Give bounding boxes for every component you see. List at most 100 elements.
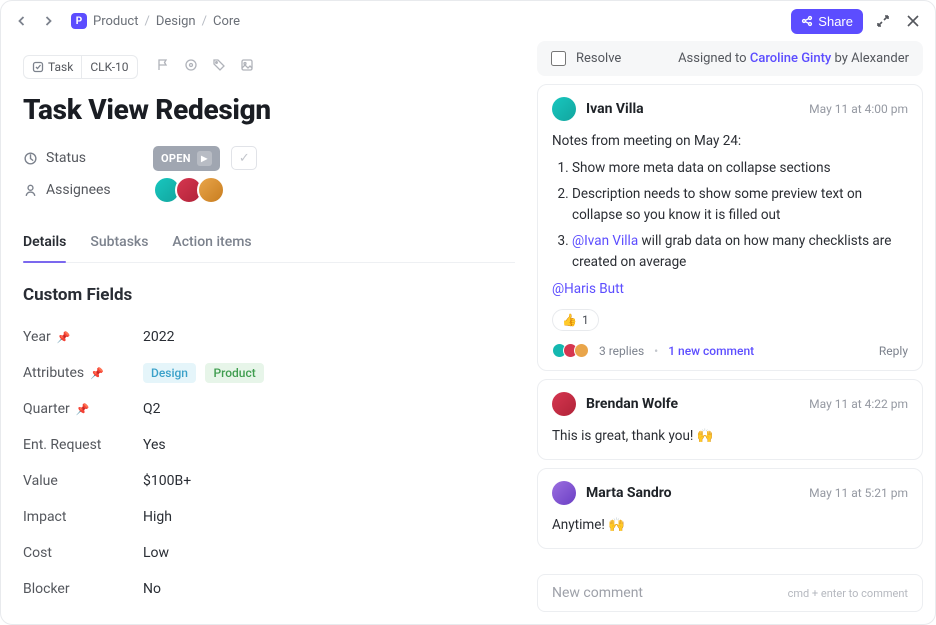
cf-label: Value bbox=[23, 473, 58, 489]
new-comment-input[interactable]: New comment cmd + enter to comment bbox=[537, 574, 923, 612]
task-title[interactable]: Task View Redesign bbox=[23, 93, 515, 126]
replies-count[interactable]: 3 replies bbox=[599, 344, 644, 358]
new-comment-placeholder: New comment bbox=[552, 585, 643, 601]
new-comment-hint: cmd + enter to comment bbox=[788, 587, 908, 600]
user-icon bbox=[23, 183, 38, 198]
cf-value[interactable]: 2022 bbox=[143, 329, 174, 345]
thumbs-up-icon: 👍 bbox=[562, 313, 577, 327]
nav-forward-icon[interactable] bbox=[39, 12, 57, 30]
list-item: @Ivan Villa will grab data on how many c… bbox=[572, 231, 908, 273]
cf-value[interactable]: No bbox=[143, 581, 161, 597]
assignee-avatars[interactable] bbox=[153, 176, 225, 204]
breadcrumb-item[interactable]: Design bbox=[156, 14, 196, 29]
comment-author[interactable]: Ivan Villa bbox=[586, 101, 644, 117]
cf-label: Quarter bbox=[23, 401, 70, 417]
status-chip-text: OPEN bbox=[161, 152, 191, 165]
cf-value[interactable]: $100B+ bbox=[143, 473, 191, 489]
comment-author[interactable]: Marta Sandro bbox=[586, 485, 672, 501]
cf-row: Value $100B+ bbox=[23, 463, 515, 499]
cf-value[interactable]: Design Product bbox=[143, 363, 270, 383]
share-button[interactable]: Share bbox=[791, 9, 863, 34]
cf-row: Year 📌 2022 bbox=[23, 319, 515, 355]
avatar bbox=[552, 392, 576, 416]
cf-row: Quarter 📌 Q2 bbox=[23, 391, 515, 427]
task-type-badge[interactable]: Task bbox=[24, 56, 81, 78]
reaction-count: 1 bbox=[582, 313, 589, 327]
breadcrumbs: P Product / Design / Core bbox=[71, 13, 240, 29]
mention[interactable]: @Ivan Villa bbox=[572, 233, 638, 249]
chip-product[interactable]: Product bbox=[205, 363, 263, 383]
comment-time: May 11 at 5:21 pm bbox=[809, 486, 908, 500]
task-id-badge[interactable]: CLK-10 bbox=[81, 56, 136, 78]
tab-action-items[interactable]: Action items bbox=[172, 224, 251, 262]
tag-icon[interactable] bbox=[212, 58, 226, 76]
close-icon[interactable] bbox=[903, 11, 923, 31]
cf-row: Attributes📌 Design Product bbox=[23, 355, 515, 391]
cf-label: Cost bbox=[23, 545, 52, 561]
mention[interactable]: @Haris Butt bbox=[552, 281, 624, 297]
comments-pane: Resolve Assigned to Caroline Ginty by Al… bbox=[537, 41, 935, 624]
assigned-to-link[interactable]: Caroline Ginty bbox=[750, 51, 831, 66]
comment-body: This is great, thank you! 🙌 bbox=[552, 426, 908, 447]
comment-time: May 11 at 4:22 pm bbox=[809, 397, 908, 411]
resolve-bar: Resolve Assigned to Caroline Ginty by Al… bbox=[537, 41, 923, 76]
task-meta-row: Task CLK-10 bbox=[23, 55, 515, 79]
breadcrumb-item[interactable]: Core bbox=[213, 14, 240, 29]
new-comment-count[interactable]: 1 new comment bbox=[668, 344, 754, 358]
check-square-icon bbox=[32, 61, 44, 73]
comment-author[interactable]: Brendan Wolfe bbox=[586, 396, 678, 412]
custom-fields-heading: Custom Fields bbox=[23, 285, 515, 305]
comment: Marta Sandro May 11 at 5:21 pm Anytime! … bbox=[537, 468, 923, 549]
breadcrumb-sep: / bbox=[202, 14, 207, 29]
image-icon[interactable] bbox=[240, 58, 254, 76]
status-value[interactable]: OPEN ▶ ✓ bbox=[153, 146, 257, 171]
comment-body: Anytime! 🙌 bbox=[552, 515, 908, 536]
breadcrumb-sep: / bbox=[144, 14, 149, 29]
collapse-icon[interactable] bbox=[873, 11, 893, 31]
avatar bbox=[574, 343, 589, 358]
cf-row: Blocker No bbox=[23, 571, 515, 607]
comment: Brendan Wolfe May 11 at 4:22 pm This is … bbox=[537, 379, 923, 460]
task-badge-group: Task CLK-10 bbox=[23, 55, 138, 79]
mark-done-button[interactable]: ✓ bbox=[231, 146, 257, 170]
pin-icon: 📌 bbox=[76, 403, 90, 416]
task-meta-icons bbox=[156, 58, 254, 76]
cf-row: Cost Low bbox=[23, 535, 515, 571]
cf-row: Ent. Request Yes bbox=[23, 427, 515, 463]
assign-text: Assigned to Caroline Ginty by Alexander bbox=[678, 51, 909, 66]
resolve-label: Resolve bbox=[576, 51, 621, 66]
comment-time: May 11 at 4:00 pm bbox=[809, 102, 908, 116]
status-icon bbox=[23, 151, 38, 166]
space-icon: P bbox=[71, 13, 87, 29]
avatar[interactable] bbox=[197, 176, 225, 204]
cf-label: Blocker bbox=[23, 581, 70, 597]
cf-label: Ent. Request bbox=[23, 437, 101, 453]
avatar bbox=[552, 481, 576, 505]
resolve-checkbox[interactable] bbox=[551, 51, 566, 66]
reply-button[interactable]: Reply bbox=[879, 344, 908, 358]
reply-avatars bbox=[552, 343, 589, 358]
nav-back-icon[interactable] bbox=[13, 12, 31, 30]
flag-icon[interactable] bbox=[156, 58, 170, 76]
custom-fields-list: Year 📌 2022 Attributes📌 Design Product Qu… bbox=[23, 319, 515, 607]
next-status-icon[interactable]: ▶ bbox=[197, 151, 212, 166]
cf-label: Impact bbox=[23, 509, 66, 525]
pin-icon: 📌 bbox=[90, 367, 104, 380]
comment-body: Notes from meeting on May 24: Show more … bbox=[552, 131, 908, 299]
cf-value[interactable]: High bbox=[143, 509, 172, 525]
avatar bbox=[552, 97, 576, 121]
sprint-icon[interactable] bbox=[184, 58, 198, 76]
pin-icon: 📌 bbox=[57, 331, 71, 344]
cf-value[interactable]: Q2 bbox=[143, 401, 161, 417]
chip-design[interactable]: Design bbox=[143, 363, 196, 383]
tab-details[interactable]: Details bbox=[23, 224, 66, 262]
cf-value[interactable]: Yes bbox=[143, 437, 166, 453]
reaction-chip[interactable]: 👍 1 bbox=[552, 309, 599, 331]
cf-label: Year bbox=[23, 329, 51, 345]
main-pane: Task CLK-10 Task View Redesign Status OP… bbox=[1, 41, 537, 624]
share-label: Share bbox=[818, 14, 853, 29]
tab-subtasks[interactable]: Subtasks bbox=[90, 224, 148, 262]
cf-value[interactable]: Low bbox=[143, 545, 169, 561]
status-row: Status OPEN ▶ ✓ bbox=[23, 142, 515, 174]
breadcrumb-item[interactable]: Product bbox=[93, 14, 138, 29]
